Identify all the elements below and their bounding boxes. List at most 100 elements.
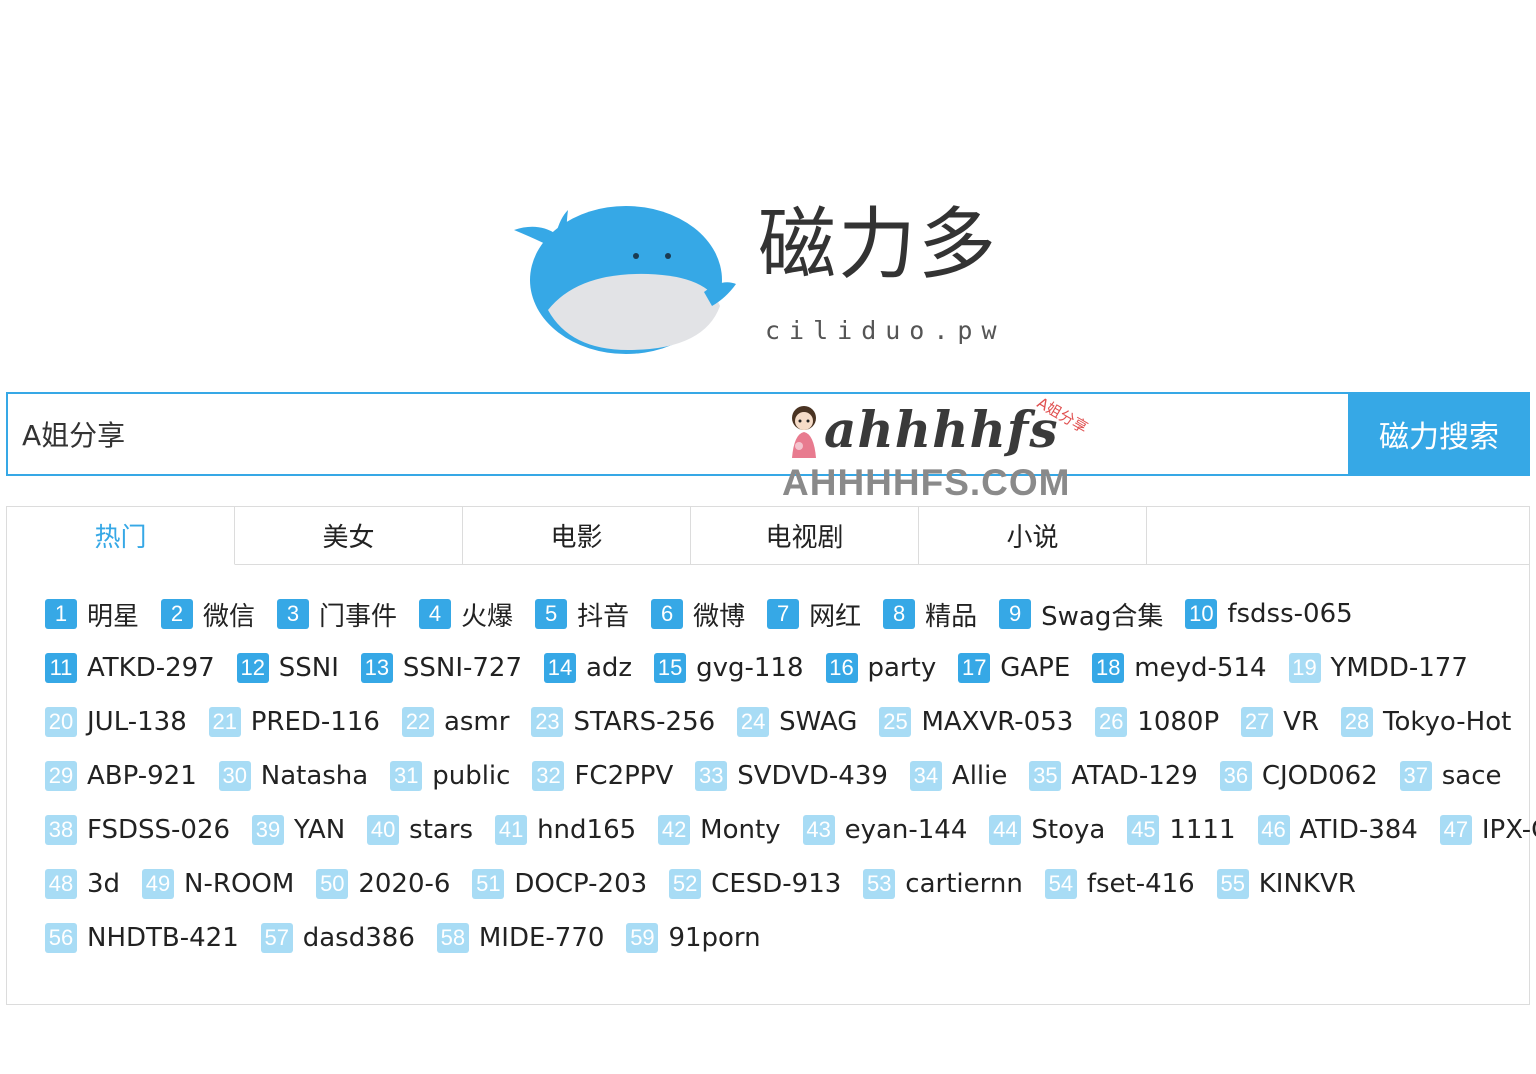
hot-tag-link[interactable]: 1 明星 [45, 596, 139, 633]
hot-tag-link[interactable]: 9 Swag合集 [999, 596, 1163, 633]
hot-tag-link[interactable]: 33 SVDVD-439 [695, 761, 888, 791]
rank-badge: 21 [208, 707, 241, 737]
hot-tag-link[interactable]: 36 CJOD062 [1219, 761, 1378, 791]
hot-tag-link[interactable]: 53 cartiernn [863, 869, 1023, 899]
hot-tag-link[interactable]: 34 Allie [909, 761, 1007, 791]
tag-label: party [867, 653, 937, 683]
tag-label: CJOD062 [1261, 761, 1378, 791]
rank-badge: 37 [1399, 761, 1432, 791]
hot-tag-link[interactable]: 54 fset-416 [1044, 869, 1195, 899]
tab-movies[interactable]: 电影 [463, 507, 691, 565]
tag-label: SWAG [779, 707, 858, 737]
hot-tag-link[interactable]: 5 抖音 [535, 596, 629, 633]
hot-tag-link[interactable]: 51 DOCP-203 [472, 869, 647, 899]
tag-label: 微博 [693, 601, 746, 632]
hot-tag-link[interactable]: 49 N-ROOM [142, 869, 294, 899]
hot-tag-link[interactable]: 28 Tokyo-Hot [1341, 707, 1511, 737]
tab-beauty[interactable]: 美女 [235, 507, 463, 565]
tag-label: ABP-921 [87, 761, 197, 791]
whale-icon [514, 206, 736, 354]
hot-tag-link[interactable]: 45 1111 [1127, 815, 1236, 845]
hot-tag-link[interactable]: 55 KINKVR [1216, 869, 1356, 899]
rank-badge: 17 [958, 653, 991, 683]
rank-badge: 59 [626, 923, 659, 953]
hot-tag-link[interactable]: 14 adz [544, 653, 632, 683]
rank-badge: 27 [1241, 707, 1274, 737]
rank-badge: 16 [825, 653, 858, 683]
hot-tag-link[interactable]: 22 asmr [401, 707, 509, 737]
tag-row: 11 ATKD-297 12 SSNI 13 SSNI-727 14 adz 15 gvg-118… [45, 641, 1529, 695]
hot-tag-link[interactable]: 59 91porn [626, 923, 761, 953]
rank-badge: 40 [367, 815, 400, 845]
hot-tag-link[interactable]: 10 fsdss-065 [1185, 599, 1353, 629]
hot-tag-link[interactable]: 57 dasd386 [260, 923, 415, 953]
hot-tag-link[interactable]: 40 stars [367, 815, 473, 845]
rank-badge: 3 [277, 599, 310, 629]
hot-tag-link[interactable]: 32 FC2PPV [532, 761, 673, 791]
hot-tag-link[interactable]: 13 SSNI-727 [360, 653, 522, 683]
hot-tag-link[interactable]: 30 Natasha [218, 761, 368, 791]
hot-tag-link[interactable]: 8 精品 [883, 596, 977, 633]
tab-novels[interactable]: 小说 [919, 507, 1147, 565]
hot-tag-link[interactable]: 7 网红 [767, 596, 861, 633]
hot-tag-link[interactable]: 39 YAN [252, 815, 345, 845]
rank-badge: 46 [1257, 815, 1290, 845]
search-button[interactable]: 磁力搜索 [1348, 392, 1530, 476]
hot-tag-link[interactable]: 43 eyan-144 [802, 815, 967, 845]
tab-hot[interactable]: 热门 [7, 507, 235, 565]
hot-tag-link[interactable]: 58 MIDE-770 [436, 923, 604, 953]
hot-tag-link[interactable]: 35 ATAD-129 [1029, 761, 1198, 791]
hot-tag-link[interactable]: 29 ABP-921 [45, 761, 197, 791]
hot-tag-link[interactable]: 16 party [825, 653, 937, 683]
hot-tag-link[interactable]: 19 YMDD-177 [1288, 653, 1468, 683]
brand-domain: ciliduo.pw [765, 316, 1006, 345]
rank-badge: 45 [1127, 815, 1160, 845]
hot-tag-link[interactable]: 3 门事件 [277, 596, 397, 633]
hot-tag-link[interactable]: 17 GAPE [958, 653, 1070, 683]
hot-tag-link[interactable]: 4 火爆 [419, 596, 513, 633]
hot-tag-link[interactable]: 26 1080P [1095, 707, 1219, 737]
rank-badge: 28 [1341, 707, 1374, 737]
tag-label: 火爆 [461, 601, 514, 632]
hot-tag-link[interactable]: 44 Stoya [989, 815, 1105, 845]
rank-badge: 5 [535, 599, 568, 629]
rank-badge: 4 [419, 599, 452, 629]
rank-badge: 44 [989, 815, 1022, 845]
site-logo[interactable]: 磁力多 ciliduo.pw [508, 200, 1028, 360]
hot-tag-link[interactable]: 27 VR [1241, 707, 1319, 737]
hot-tag-link[interactable]: 18 meyd-514 [1092, 653, 1267, 683]
hot-tag-link[interactable]: 12 SSNI [236, 653, 339, 683]
hot-tag-link[interactable]: 2 微信 [161, 596, 255, 633]
rank-badge: 48 [45, 869, 77, 899]
hot-tag-link[interactable]: 37 sace [1399, 761, 1502, 791]
hot-tag-link[interactable]: 24 SWAG [737, 707, 857, 737]
hot-tag-link[interactable]: 25 MAXVR-053 [879, 707, 1073, 737]
tag-label: Tokyo-Hot [1383, 707, 1512, 737]
hot-tag-link[interactable]: 15 gvg-118 [654, 653, 804, 683]
hot-tag-link[interactable]: 31 public [390, 761, 510, 791]
search-input[interactable] [6, 392, 1348, 476]
hot-tag-link[interactable]: 47 IPX-C [1439, 815, 1536, 845]
hot-tag-link[interactable]: 41 hnd165 [495, 815, 636, 845]
hot-tag-link[interactable]: 56 NHDTB-421 [45, 923, 239, 953]
hot-tag-link[interactable]: 23 STARS-256 [531, 707, 715, 737]
hot-tag-link[interactable]: 6 微博 [651, 596, 745, 633]
hot-tag-link[interactable]: 42 Monty [658, 815, 781, 845]
hot-tag-link[interactable]: 21 PRED-116 [208, 707, 380, 737]
rank-badge: 53 [863, 869, 896, 899]
rank-badge: 43 [802, 815, 835, 845]
tag-label: Stoya [1031, 815, 1106, 845]
tab-tv-series[interactable]: 电视剧 [691, 507, 919, 565]
rank-badge: 24 [737, 707, 770, 737]
hot-tag-link[interactable]: 11 ATKD-297 [45, 653, 215, 683]
hot-tag-link[interactable]: 46 ATID-384 [1257, 815, 1418, 845]
tag-label: GAPE [1000, 653, 1071, 683]
hot-tag-link[interactable]: 50 2020-6 [316, 869, 450, 899]
hot-tag-link[interactable]: 38 FSDSS-026 [45, 815, 230, 845]
hot-tag-link[interactable]: 48 3d [45, 869, 120, 899]
hot-tag-link[interactable]: 20 JUL-138 [45, 707, 187, 737]
tag-label: 明星 [87, 601, 140, 632]
rank-badge: 58 [436, 923, 469, 953]
hot-tag-link[interactable]: 52 CESD-913 [669, 869, 841, 899]
tag-label: NHDTB-421 [87, 923, 239, 953]
